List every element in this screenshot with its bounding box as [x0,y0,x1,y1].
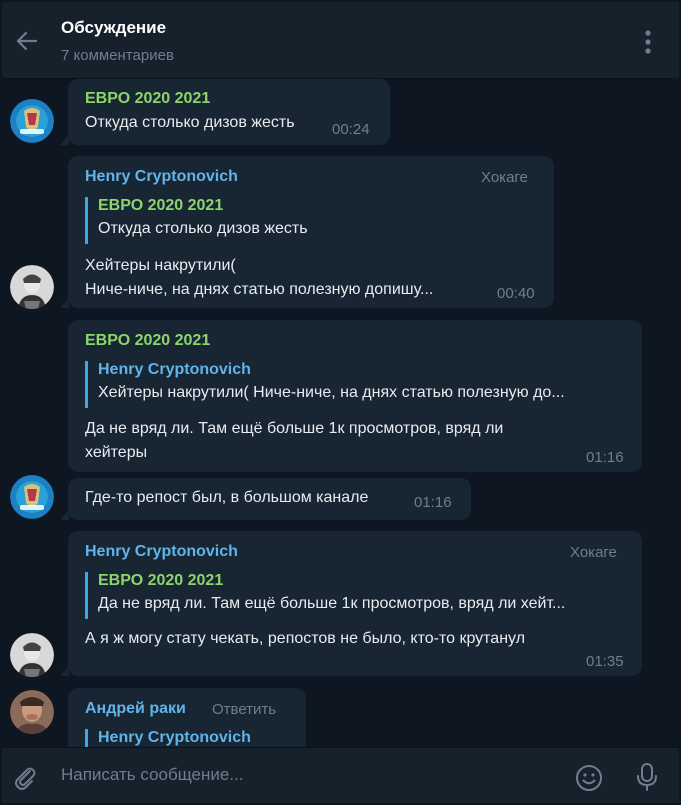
message-text: Да не вряд ли. Там ещё больше 1к просмот… [85,420,504,437]
admin-badge: Хокаге [570,544,617,561]
avatar[interactable] [10,690,54,734]
message-text: А я ж могу стату чекать, репостов не был… [85,630,526,647]
back-arrow-icon[interactable] [14,28,40,54]
header: Обсуждение 7 комментариев [2,2,679,79]
message-bubble[interactable]: Где-то репост был, в большом канале 01:1… [60,478,471,520]
more-vertical-icon[interactable] [638,28,658,56]
paperclip-icon[interactable] [12,764,38,790]
message-composer: Написать сообщение... [2,747,679,803]
bubble-tail [60,135,69,145]
message-time: 01:35 [586,653,624,670]
quote-text: Хейтеры накрутили( Ниче-ниче, на днях ст… [98,384,565,401]
chat-window: Обсуждение 7 комментариев ЕВРО 2020 2021… [2,2,679,803]
message-author[interactable]: ЕВРО 2020 2021 [85,332,210,350]
message-time: 01:16 [586,449,624,466]
euro-logo-icon [10,99,54,143]
reply-quote[interactable]: Henry Cryptonovich [85,729,288,747]
user-avatar-icon [10,690,54,734]
message-text: Хейтеры накрутили( [85,257,236,274]
quote-text: Да не вряд ли. Там ещё больше 1к просмот… [98,595,566,612]
message-bubble[interactable]: ЕВРО 2020 2021 Henry Cryptonovich Хейтер… [68,320,642,472]
quote-author: Henry Cryptonovich [98,361,251,378]
message-author[interactable]: ЕВРО 2020 2021 [85,90,210,108]
message-author[interactable]: Henry Cryptonovich [85,168,238,186]
message-author[interactable]: Henry Cryptonovich [85,543,238,561]
avatar[interactable] [10,265,54,309]
message-text: хейтеры [85,444,148,461]
microphone-icon[interactable] [636,762,658,792]
avatar[interactable] [10,475,54,519]
message-text: Где-то репост был, в большом канале [85,489,369,506]
quote-author: ЕВРО 2020 2021 [98,197,224,214]
emoji-icon[interactable] [575,764,603,792]
message-text: Откуда столько дизов жесть [85,114,295,131]
message-bubble[interactable]: Henry Cryptonovich Хокаге ЕВРО 2020 2021… [60,531,642,676]
message-bubble[interactable]: ЕВРО 2020 2021 Откуда столько дизов жест… [60,79,390,145]
avatar[interactable] [10,99,54,143]
bubble-tail [60,510,69,520]
message-bubble[interactable]: Henry Cryptonovich Хокаге ЕВРО 2020 2021… [60,156,554,308]
comments-count: 7 комментариев [61,47,174,64]
bubble-tail [60,298,69,308]
message-author[interactable]: Андрей раки [85,700,186,718]
quote-author: Henry Cryptonovich [98,729,251,746]
page-title: Обсуждение [61,18,167,37]
message-list[interactable]: ЕВРО 2020 2021 Откуда столько дизов жест… [2,79,679,747]
quote-author: ЕВРО 2020 2021 [98,572,224,589]
reply-quote[interactable]: ЕВРО 2020 2021 Откуда столько дизов жест… [85,197,538,244]
reply-quote[interactable]: Henry Cryptonovich Хейтеры накрутили( Ни… [85,361,628,408]
user-avatar-icon [10,633,54,677]
message-time: 01:16 [414,494,452,511]
avatar[interactable] [10,633,54,677]
reply-quote[interactable]: ЕВРО 2020 2021 Да не вряд ли. Там ещё бо… [85,572,628,619]
message-time: 00:24 [332,121,370,138]
message-time: 00:40 [497,285,535,302]
bubble-tail [60,666,69,676]
reply-button[interactable]: Ответить [212,701,276,718]
message-text: Ниче-ниче, на днях статью полезную допиш… [85,281,434,298]
euro-logo-icon [10,475,54,519]
quote-text: Откуда столько дизов жесть [98,220,308,237]
message-bubble[interactable]: Андрей раки Ответить Henry Cryptonovich [68,688,306,747]
admin-badge: Хокаге [481,169,528,186]
user-avatar-icon [10,265,54,309]
message-input[interactable]: Написать сообщение... [61,765,243,785]
